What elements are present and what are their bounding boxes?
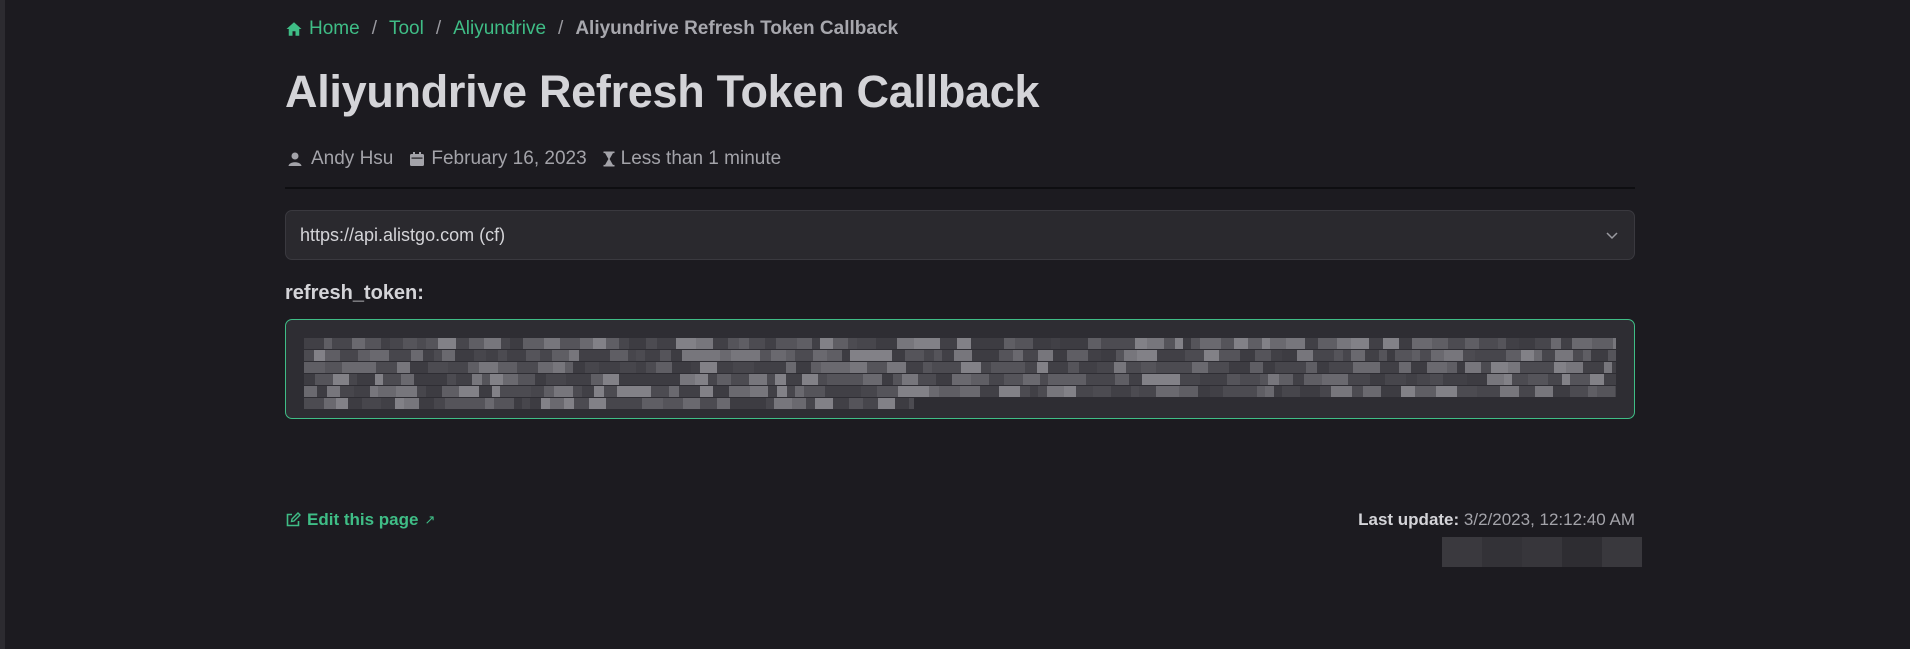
breadcrumb-aliyundrive[interactable]: Aliyundrive (453, 18, 546, 40)
page-title: Aliyundrive Refresh Token Callback (285, 66, 1040, 117)
last-update: Last update: 3/2/2023, 12:12:40 AM (1358, 510, 1635, 530)
breadcrumb-home-label: Home (309, 18, 360, 39)
redacted-token-line (304, 374, 1616, 385)
edit-icon (286, 512, 301, 527)
calendar-icon (410, 152, 425, 166)
edit-page-label: Edit this page (307, 510, 419, 529)
window-edge (0, 0, 5, 649)
meta-date: February 16, 2023 (409, 148, 587, 170)
last-update-label: Last update: (1358, 510, 1460, 529)
refresh-token-field[interactable] (285, 319, 1635, 419)
edit-page-link[interactable]: Edit this page ↗ (285, 510, 435, 530)
breadcrumb-tool[interactable]: Tool (389, 18, 424, 40)
author-name: Andy Hsu (311, 148, 394, 169)
external-link-icon: ↗ (424, 512, 436, 527)
redacted-contributors (1442, 537, 1642, 567)
breadcrumb-separator: / (371, 18, 377, 39)
meta-author: Andy Hsu (287, 148, 393, 170)
redacted-token-line (304, 338, 1616, 349)
redacted-token-line (304, 398, 914, 409)
breadcrumb: Home / Tool / Aliyundrive / Aliyundrive … (285, 18, 898, 40)
api-endpoint-select[interactable]: https://api.alistgo.com (cf) (285, 210, 1635, 260)
breadcrumb-separator: / (558, 18, 564, 39)
breadcrumb-separator: / (435, 18, 442, 39)
publish-date: February 16, 2023 (431, 148, 587, 169)
chevron-down-icon (1606, 232, 1618, 240)
refresh-token-label: refresh_token: (285, 282, 424, 304)
last-update-value: 3/2/2023, 12:12:40 AM (1463, 510, 1635, 529)
meta-reading-time: Less than 1 minute (603, 148, 782, 170)
redacted-token-line (304, 362, 1616, 373)
redacted-token-line (304, 350, 1616, 361)
redacted-token-line (304, 386, 1616, 397)
header-divider (285, 187, 1635, 189)
hourglass-icon (603, 151, 615, 167)
home-icon (286, 22, 302, 36)
breadcrumb-current: Aliyundrive Refresh Token Callback (575, 18, 899, 39)
page-meta: Andy Hsu February 16, 2023 Less than 1 m… (287, 148, 797, 170)
breadcrumb-home[interactable]: Home (285, 18, 360, 40)
user-icon (288, 152, 302, 166)
reading-time: Less than 1 minute (620, 148, 782, 169)
api-endpoint-value: https://api.alistgo.com (cf) (300, 224, 506, 245)
